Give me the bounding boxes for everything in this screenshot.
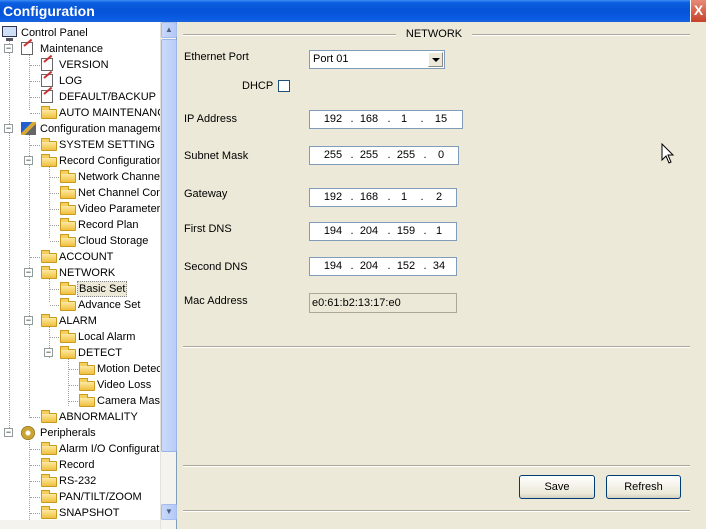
subnet-mask-label: Subnet Mask bbox=[184, 150, 249, 162]
folder-icon bbox=[79, 394, 95, 407]
folder-icon bbox=[60, 186, 76, 199]
chevron-down-icon: ▼ bbox=[165, 507, 173, 516]
folder-icon bbox=[41, 154, 57, 167]
folder-icon bbox=[41, 138, 57, 151]
folder-icon bbox=[41, 506, 57, 519]
scroll-thumb[interactable] bbox=[161, 39, 177, 452]
chevron-up-icon: ▲ bbox=[165, 25, 173, 34]
collapse-icon[interactable]: − bbox=[24, 156, 33, 165]
ip-address-label: IP Address bbox=[184, 113, 237, 125]
tree-vertical-scrollbar[interactable]: ▲ ▼ bbox=[160, 22, 177, 529]
folder-icon bbox=[79, 378, 95, 391]
folder-icon bbox=[60, 234, 76, 247]
divider bbox=[183, 346, 690, 348]
folder-icon bbox=[60, 218, 76, 231]
folder-icon bbox=[41, 266, 57, 279]
collapse-icon[interactable]: − bbox=[24, 268, 33, 277]
folder-icon bbox=[60, 298, 76, 311]
ethernet-port-label: Ethernet Port bbox=[184, 51, 249, 63]
network-settings-panel: NETWORK Ethernet Port Port 01 DHCP IP Ad… bbox=[178, 22, 706, 529]
folder-icon bbox=[41, 474, 57, 487]
edit-document-icon bbox=[41, 58, 53, 71]
save-button[interactable]: Save bbox=[519, 475, 595, 499]
second-dns-input[interactable]: 194. 204. 152. 34 bbox=[309, 257, 457, 276]
maintenance-icon bbox=[21, 42, 33, 55]
tree-horizontal-scrollbar[interactable] bbox=[0, 520, 160, 529]
section-title: NETWORK bbox=[178, 28, 690, 40]
folder-icon bbox=[41, 458, 57, 471]
folder-icon bbox=[41, 250, 57, 263]
edit-document-icon bbox=[41, 74, 53, 87]
collapse-icon[interactable]: − bbox=[24, 316, 33, 325]
tree-viewport: Control Panel − Maintenance VERSION LOG … bbox=[0, 22, 160, 520]
divider bbox=[183, 510, 690, 512]
folder-icon bbox=[60, 170, 76, 183]
dropdown-arrow-icon[interactable] bbox=[428, 52, 443, 67]
computer-icon bbox=[2, 26, 17, 41]
folder-icon bbox=[41, 314, 57, 327]
ethernet-port-select[interactable]: Port 01 bbox=[309, 50, 445, 69]
scroll-up-button[interactable]: ▲ bbox=[161, 22, 177, 38]
collapse-icon[interactable]: − bbox=[4, 124, 13, 133]
gateway-label: Gateway bbox=[184, 188, 228, 200]
close-button[interactable]: X bbox=[690, 0, 706, 22]
gateway-input[interactable]: 192. 168. 1. 2 bbox=[309, 188, 457, 207]
divider bbox=[183, 465, 690, 467]
folder-icon bbox=[60, 202, 76, 215]
window-title: Configuration bbox=[3, 3, 95, 19]
folder-icon bbox=[60, 330, 76, 343]
navigation-tree: Control Panel − Maintenance VERSION LOG … bbox=[0, 22, 177, 529]
dhcp-label: DHCP bbox=[242, 80, 274, 92]
subnet-mask-input[interactable]: 255. 255. 255. 0 bbox=[309, 146, 459, 165]
ethernet-port-value: Port 01 bbox=[313, 53, 349, 65]
folder-icon bbox=[41, 490, 57, 503]
scroll-down-button[interactable]: ▼ bbox=[161, 504, 177, 520]
folder-icon bbox=[41, 410, 57, 423]
mac-address-field: e0:61:b2:13:17:e0 bbox=[309, 293, 457, 313]
ip-address-input[interactable]: 192. 168. 1. 15 bbox=[309, 110, 463, 129]
collapse-icon[interactable]: − bbox=[44, 348, 53, 357]
first-dns-input[interactable]: 194. 204. 159. 1 bbox=[309, 222, 457, 241]
second-dns-label: Second DNS bbox=[184, 261, 248, 273]
folder-icon bbox=[60, 346, 76, 359]
mouse-cursor-icon bbox=[661, 143, 675, 164]
collapse-icon[interactable]: − bbox=[4, 44, 13, 53]
close-icon: X bbox=[693, 2, 704, 18]
folder-icon bbox=[79, 362, 95, 375]
gears-icon bbox=[21, 426, 35, 440]
folder-icon bbox=[41, 106, 57, 119]
first-dns-label: First DNS bbox=[184, 223, 232, 235]
folder-icon bbox=[41, 442, 57, 455]
refresh-button[interactable]: Refresh bbox=[606, 475, 681, 499]
edit-document-icon bbox=[41, 90, 53, 103]
tools-icon bbox=[21, 122, 36, 135]
window-title-bar: Configuration bbox=[0, 0, 706, 22]
open-folder-icon bbox=[60, 282, 76, 295]
mac-address-label: Mac Address bbox=[184, 295, 248, 307]
collapse-icon[interactable]: − bbox=[4, 428, 13, 437]
dhcp-checkbox[interactable] bbox=[278, 80, 290, 92]
